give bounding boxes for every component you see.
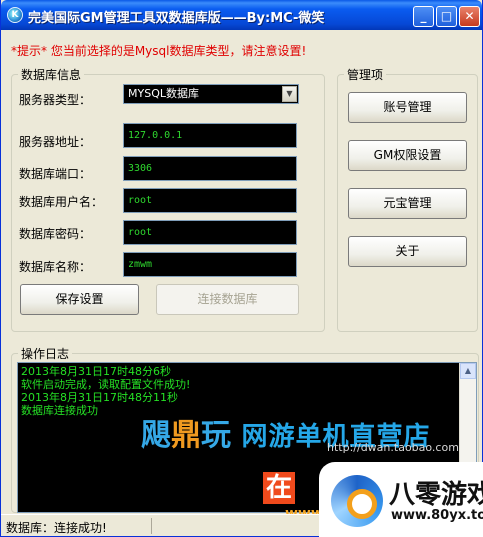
scroll-up-icon[interactable]: ▲	[460, 363, 476, 379]
log-line: 2013年8月31日17时48分6秒	[21, 365, 171, 378]
status-divider	[151, 518, 152, 534]
logo-url: www.80yx.top	[391, 508, 483, 523]
window-title: 完美国际GM管理工具双数据库版——By:MC-微笑	[28, 11, 325, 26]
app-icon: K	[7, 7, 23, 23]
database-info-legend: 数据库信息	[21, 68, 82, 82]
operation-log-legend: 操作日志	[21, 347, 70, 361]
server-address-input[interactable]: 127.0.0.1	[123, 123, 297, 148]
title-bar[interactable]: K 完美国际GM管理工具双数据库版——By:MC-微笑 _ □ ✕	[1, 0, 482, 30]
connect-database-button[interactable]: 连接数据库	[156, 284, 299, 315]
password-label: 数据库密码：	[19, 227, 92, 241]
save-settings-button[interactable]: 保存设置	[20, 284, 139, 315]
dbname-label: 数据库名称：	[19, 260, 92, 274]
maximize-button[interactable]: □	[436, 6, 457, 27]
username-input[interactable]: root	[123, 188, 297, 213]
server-type-value: MYSQL数据库	[128, 87, 199, 100]
management-legend: 管理项	[347, 68, 384, 82]
server-type-label: 服务器类型：	[19, 93, 92, 107]
server-type-select[interactable]: MYSQL数据库 ▼	[123, 84, 299, 104]
watermark-part1: 飓	[141, 418, 171, 453]
chevron-down-icon[interactable]: ▼	[282, 86, 297, 102]
minimize-button[interactable]: _	[413, 6, 434, 27]
server-address-label: 服务器地址：	[19, 135, 92, 149]
status-text: 数据库：连接成功!	[6, 521, 107, 535]
main-window: K 完美国际GM管理工具双数据库版——By:MC-微笑 _ □ ✕ *提示* 您…	[0, 0, 483, 537]
port-input[interactable]: 3306	[123, 156, 297, 181]
logo-swirl-icon	[331, 475, 383, 527]
about-button[interactable]: 关于	[348, 236, 467, 267]
hint-text: *提示* 您当前选择的是Mysql数据库类型，请注意设置!	[11, 44, 307, 58]
log-line: 2013年8月31日17时48分11秒	[21, 391, 178, 404]
log-line: 软件启动完成，读取配置文件成功!	[21, 378, 191, 391]
yuanbao-management-button[interactable]: 元宝管理	[348, 188, 467, 219]
dbname-input[interactable]: zmwm	[123, 252, 297, 277]
watermark-part3: 玩	[201, 418, 231, 453]
close-button[interactable]: ✕	[459, 6, 480, 27]
username-label: 数据库用户名：	[19, 195, 104, 209]
watermark-zai: 在	[263, 472, 296, 504]
site-logo: 八零游戏 www.80yx.top	[319, 462, 483, 537]
password-input[interactable]: root	[123, 220, 297, 245]
logo-name: 八零游戏	[389, 480, 483, 510]
gm-permission-button[interactable]: GM权限设置	[348, 140, 467, 171]
watermark-url: http://dwan.taobao.com	[327, 441, 459, 454]
port-label: 数据库端口：	[19, 167, 92, 181]
account-management-button[interactable]: 账号管理	[348, 92, 467, 123]
watermark-part2: 鼎	[171, 418, 201, 453]
